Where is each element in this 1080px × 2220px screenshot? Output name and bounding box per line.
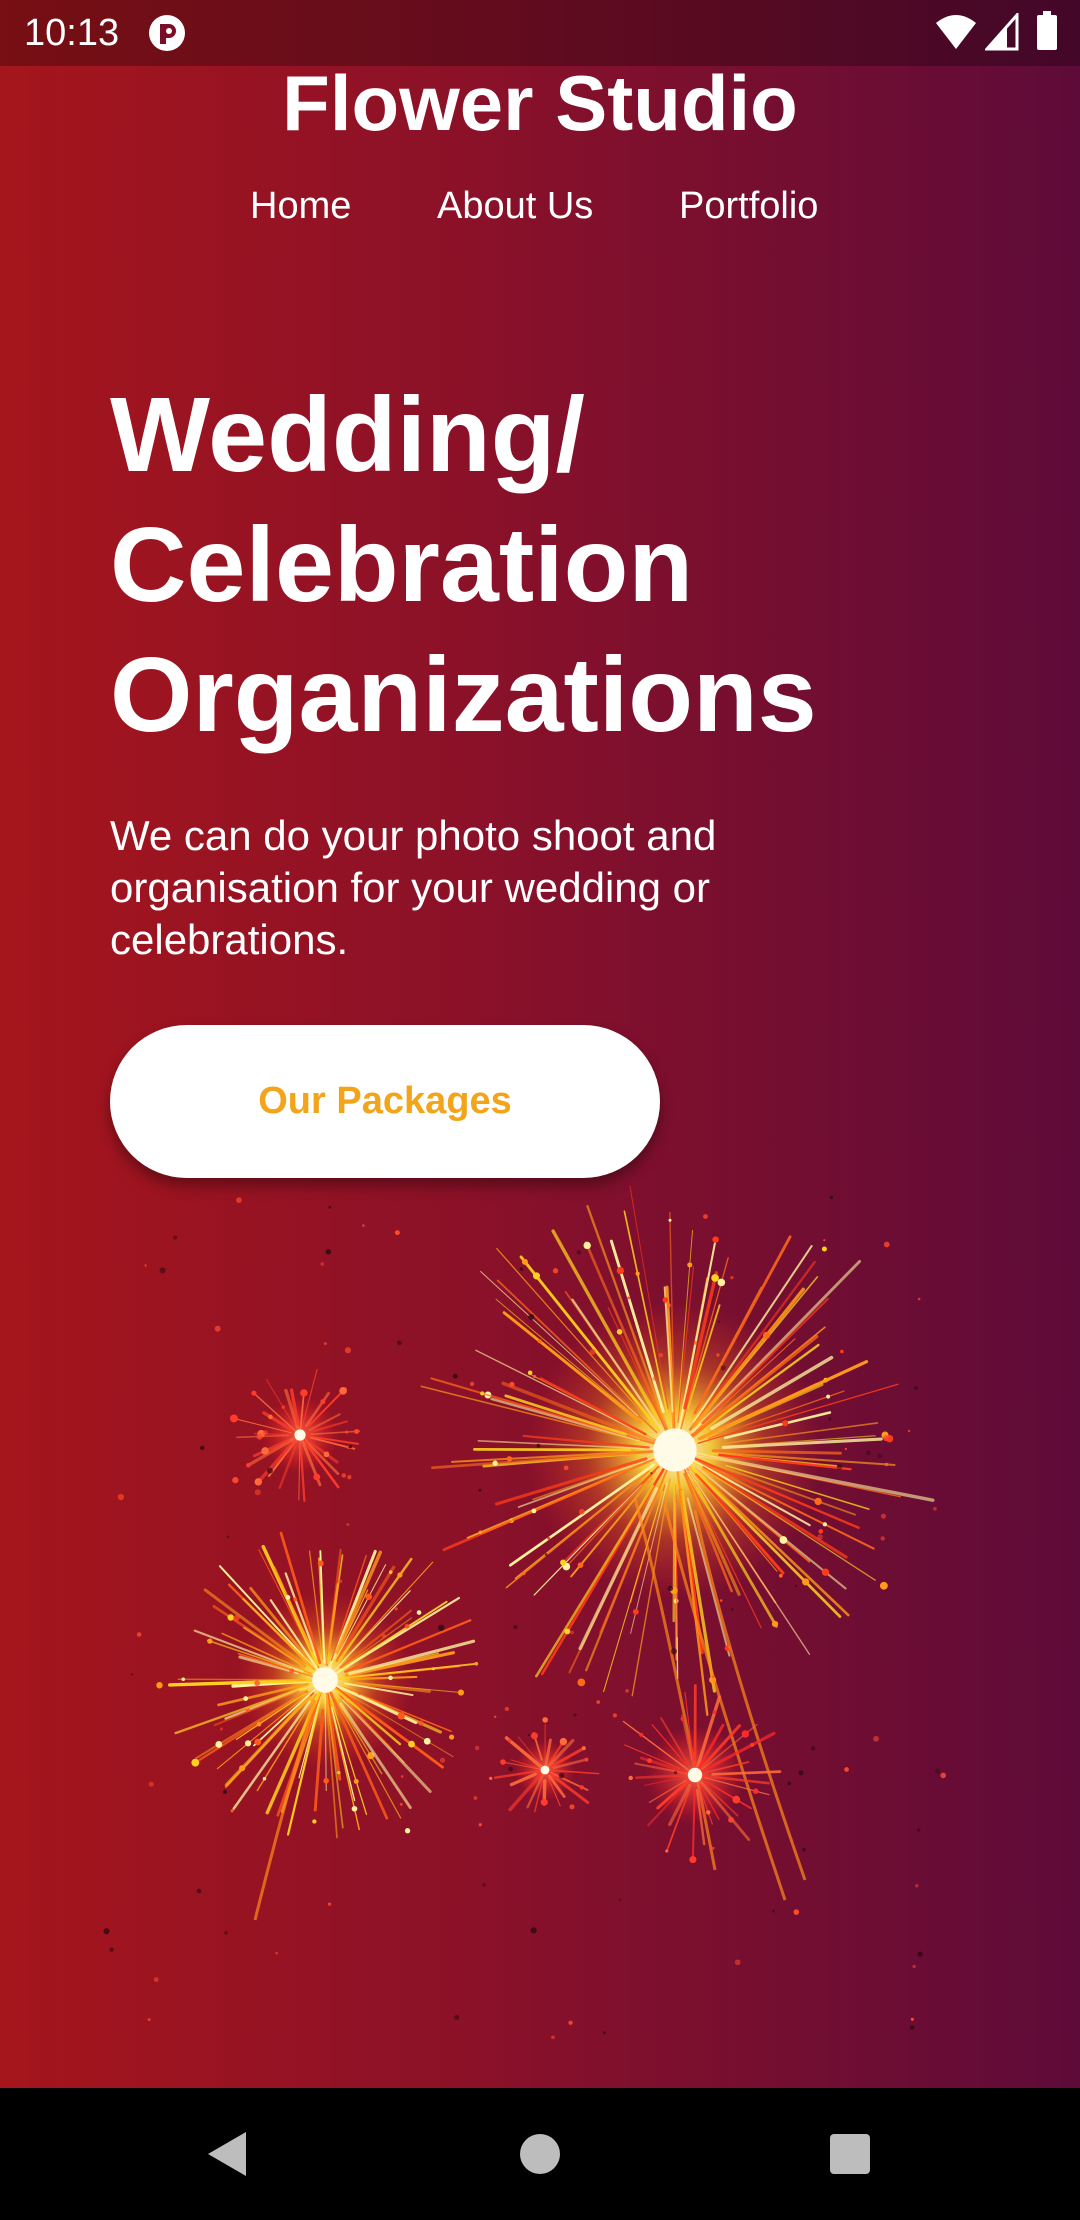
status-bar: 10:13 xyxy=(0,0,1080,66)
notification-app-icon xyxy=(149,15,185,51)
hero-heading-line-3: Organizations xyxy=(110,636,817,754)
back-triangle-icon[interactable] xyxy=(198,2124,258,2184)
hero-heading-line-2: Celebration xyxy=(110,506,694,624)
site-title: Flower Studio xyxy=(282,59,798,147)
battery-icon xyxy=(1037,11,1057,50)
screen: 10:13 Flower Studio Home About Us Portfo… xyxy=(0,0,1080,2220)
our-packages-button[interactable]: Our Packages xyxy=(110,1025,660,1178)
system-nav-bar xyxy=(0,2088,1080,2220)
hero-heading: Wedding/ Celebration Organizations xyxy=(110,370,1010,760)
firework-red-burst xyxy=(622,1684,782,1864)
hero-description: We can do your photo shoot and organisat… xyxy=(110,812,717,963)
firework-red-burst xyxy=(229,1368,361,1503)
recents-square-icon[interactable] xyxy=(820,2124,880,2184)
status-time: 10:13 xyxy=(24,12,120,54)
wifi-icon xyxy=(936,15,976,49)
firework-red-burst xyxy=(489,1717,600,1813)
main-nav: Home About Us Portfolio xyxy=(0,178,1080,234)
firework-small xyxy=(156,1531,479,1921)
home-circle-icon[interactable] xyxy=(510,2124,570,2184)
nav-link-about-us[interactable]: About Us xyxy=(437,178,593,234)
hero-heading-line-1: Wedding/ xyxy=(110,376,585,494)
fireworks-illustration xyxy=(103,1185,947,2040)
nav-link-home[interactable]: Home xyxy=(250,178,351,234)
cell-signal-icon xyxy=(985,13,1019,51)
nav-link-portfolio[interactable]: Portfolio xyxy=(679,178,818,234)
